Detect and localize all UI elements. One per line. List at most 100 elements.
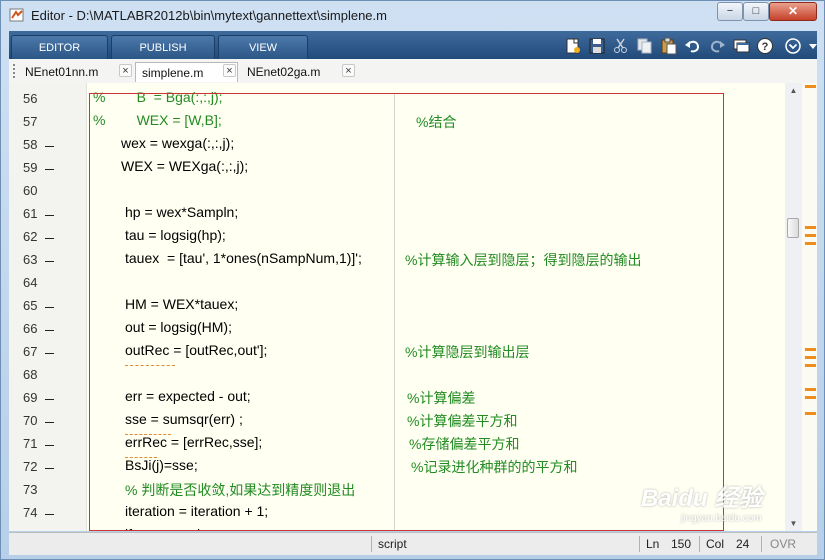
line-number: 74	[23, 505, 38, 520]
drag-grip[interactable]	[13, 64, 17, 78]
breakpoint-dash[interactable]	[45, 468, 54, 469]
minimize-icon: −	[726, 5, 734, 17]
line-number: 62	[23, 229, 38, 244]
windows-icon[interactable]	[731, 36, 751, 56]
tab-view[interactable]: VIEW	[218, 35, 308, 59]
code-text: outRec = [outRec,out'];	[125, 342, 268, 358]
breakpoint-dash[interactable]	[45, 330, 54, 331]
maximize-button[interactable]: □	[743, 2, 769, 21]
scroll-up-icon[interactable]: ▲	[785, 83, 802, 98]
code-comment: %计算输入层到隐层；得到隐层的输出	[405, 252, 642, 268]
line-number: 57	[23, 114, 38, 129]
undo-icon[interactable]	[683, 36, 703, 56]
vertical-scrollbar[interactable]: ▲ ▼	[785, 83, 802, 531]
analyzer-marker[interactable]	[805, 356, 816, 359]
line-number: 67	[23, 344, 38, 359]
code-text: tau = logsig(hp);	[125, 227, 226, 243]
maximize-icon: □	[752, 5, 760, 17]
code-text: hp = wex*Sampln;	[125, 204, 239, 220]
analyzer-marker[interactable]	[805, 226, 816, 229]
watermark: Baidu 经验 jingyan.baidu.com	[641, 478, 762, 524]
doc-tab-label: NEnet01nn.m	[25, 65, 99, 79]
code-comment: %记录进化种群的的平方和	[411, 459, 578, 475]
window-title: Editor - D:\MATLABR2012b\bin\mytext\gann…	[31, 8, 387, 23]
line-number: 56	[23, 91, 38, 106]
line-number: 60	[23, 183, 38, 198]
minimize-button[interactable]: −	[717, 2, 743, 21]
breakpoint-dash[interactable]	[45, 146, 54, 147]
copy-icon[interactable]	[635, 36, 655, 56]
matlab-logo-icon	[9, 8, 24, 22]
tab-publish[interactable]: PUBLISH	[111, 35, 215, 59]
code-text: % B = Bga(:,:,j);	[93, 89, 223, 105]
cut-icon[interactable]	[611, 36, 631, 56]
breakpoint-dash[interactable]	[45, 215, 54, 216]
breakpoint-dash[interactable]	[45, 261, 54, 262]
line-number: 68	[23, 367, 38, 382]
breakpoint-dash[interactable]	[45, 238, 54, 239]
paste-icon[interactable]	[659, 36, 679, 56]
code-text: out = logsig(HM);	[125, 319, 232, 335]
doc-tab-nenet02ga[interactable]: NEnet02ga.m	[241, 62, 351, 82]
analyzer-marker[interactable]	[805, 234, 816, 237]
code-text: % 判断是否收敛,如果达到精度则退出	[125, 482, 356, 498]
line-number: 69	[23, 390, 38, 405]
analyzer-marker[interactable]	[805, 396, 816, 399]
analyzer-status-icon[interactable]	[805, 85, 816, 88]
status-divider	[761, 536, 762, 552]
analyzer-marker[interactable]	[805, 364, 816, 367]
close-button[interactable]: ✕	[769, 2, 817, 21]
line-number: 72	[23, 459, 38, 474]
code-text: wex = wexga(:,:,j);	[121, 135, 235, 151]
doc-tab-label: NEnet02ga.m	[247, 65, 321, 79]
title-bar: Editor - D:\MATLABR2012b\bin\mytext\gann…	[1, 1, 824, 31]
status-col-value: 24	[736, 537, 750, 551]
document-tab-bar: NEnet01nn.m × simplene.m × NEnet02ga.m ×	[9, 59, 817, 84]
code-comment: %计算偏差	[407, 390, 476, 406]
new-icon[interactable]	[563, 36, 583, 56]
line-number: 65	[23, 298, 38, 313]
ribbon-toolstrip: EDITOR PUBLISH VIEW ?	[9, 31, 817, 59]
analyzer-marker[interactable]	[805, 348, 816, 351]
tab-editor[interactable]: EDITOR	[11, 35, 108, 59]
code-text: err = expected - out;	[125, 388, 251, 404]
editor-window: Editor - D:\MATLABR2012b\bin\mytext\gann…	[0, 0, 825, 560]
save-icon[interactable]	[587, 36, 607, 56]
breakpoint-dash[interactable]	[45, 422, 54, 423]
dropdown-arrow-icon[interactable]	[803, 36, 823, 56]
analyzer-marker[interactable]	[805, 388, 816, 391]
breakpoint-dash[interactable]	[45, 514, 54, 515]
breakpoint-dash[interactable]	[45, 399, 54, 400]
breakpoint-dash[interactable]	[45, 169, 54, 170]
status-divider	[699, 536, 700, 552]
svg-text:?: ?	[762, 41, 769, 53]
code-text: errRec = [errRec,sse];	[125, 434, 263, 450]
doc-tab-nenet01nn[interactable]: NEnet01nn.m	[19, 62, 129, 82]
code-editor[interactable]: 56 % B = Bga(:,:,j); 57 % WEX = [W,B]; %结合 58…	[9, 83, 808, 531]
status-col-label: Col	[706, 537, 725, 551]
help-icon[interactable]: ?	[755, 36, 775, 56]
breakpoint-dash[interactable]	[45, 353, 54, 354]
code-comment: %计算偏差平方和	[407, 413, 518, 429]
doc-tab-close-icon[interactable]: ×	[342, 64, 355, 77]
analyzer-marker[interactable]	[805, 412, 816, 415]
close-icon: ✕	[787, 4, 799, 18]
doc-tab-close-icon[interactable]: ×	[223, 64, 236, 77]
code-text: HM = WEX*tauex;	[125, 296, 239, 312]
scroll-down-icon[interactable]: ▼	[785, 516, 802, 531]
line-number: 66	[23, 321, 38, 336]
analyzer-marker[interactable]	[805, 242, 816, 245]
expand-icon[interactable]	[783, 36, 803, 56]
scrollbar-thumb[interactable]	[787, 218, 799, 238]
doc-tab-close-icon[interactable]: ×	[119, 64, 132, 77]
code-comment: %存储偏差平方和	[409, 436, 520, 452]
watermark-url: jingyan.baidu.com	[681, 513, 762, 524]
status-ln-value: 150	[671, 537, 692, 551]
redo-icon[interactable]	[707, 36, 727, 56]
code-text: tauex = [tau', 1*ones(nSampNum,1)]';	[125, 250, 362, 266]
code-text: if sse < goal	[125, 526, 200, 531]
breakpoint-dash[interactable]	[45, 307, 54, 308]
mlint-underline	[125, 364, 175, 366]
breakpoint-dash[interactable]	[45, 445, 54, 446]
line-number: 63	[23, 252, 38, 267]
